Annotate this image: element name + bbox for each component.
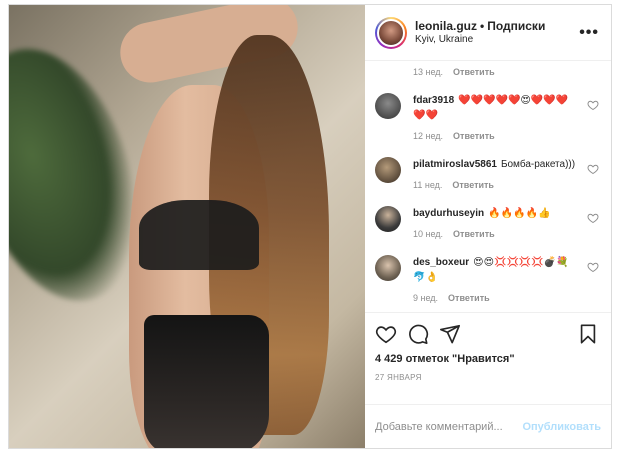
action-icons [375, 321, 599, 347]
separator-dot: • [480, 18, 485, 33]
post-sidebar: leonila.guz • Подписки Kyiv, Ukraine ••• 1… [365, 5, 611, 448]
author-avatar-ring[interactable] [375, 16, 407, 49]
comment-time: 10 нед. [413, 229, 444, 239]
commenter-username[interactable]: fdar3918 [413, 95, 454, 106]
comment-time: 13 нед. [413, 67, 444, 77]
heart-icon[interactable] [375, 323, 397, 345]
comment-text: baydurhuseyin 🔥🔥🔥🔥👍 [413, 206, 579, 221]
publish-button[interactable]: Опубликовать [522, 421, 601, 433]
post-date: 27 ЯНВАРЯ [375, 373, 422, 382]
comment-body: baydurhuseyin 🔥🔥🔥🔥👍 10 нед. Ответить [413, 206, 599, 239]
comment-item: baydurhuseyin 🔥🔥🔥🔥👍 10 нед. Ответить [375, 206, 599, 239]
comment-input[interactable] [375, 420, 523, 433]
author-username[interactable]: leonila.guz [415, 19, 477, 33]
commenter-username[interactable]: baydurhuseyin [413, 208, 484, 219]
share-icon[interactable] [439, 323, 461, 345]
comment-like-heart-icon[interactable] [587, 99, 599, 111]
post-location[interactable]: Kyiv, Ukraine [415, 33, 579, 47]
comment-text: pilatmiroslav5861 Бомба-ракета))) [413, 157, 579, 172]
following-button[interactable]: Подписки [487, 19, 545, 33]
commenter-avatar[interactable] [375, 206, 401, 232]
comment-meta: 9 нед. Ответить [413, 293, 579, 303]
bookmark-icon[interactable] [577, 323, 599, 345]
reply-button[interactable]: Ответить [452, 180, 494, 190]
comment-like-heart-icon[interactable] [587, 261, 599, 273]
author-avatar[interactable] [377, 18, 405, 47]
comment-content: 🔥🔥🔥🔥👍 [488, 208, 551, 219]
comment-item: pilatmiroslav5861 Бомба-ракета))) 11 нед.… [375, 157, 599, 190]
comment-like-heart-icon[interactable] [587, 212, 599, 224]
top-shape [139, 200, 259, 270]
comment-body: pilatmiroslav5861 Бомба-ракета))) 11 нед.… [413, 157, 599, 190]
more-horizontal-icon[interactable]: ••• [579, 24, 599, 42]
author-info: leonila.guz • Подписки Kyiv, Ukraine [415, 19, 579, 47]
likes-count[interactable]: 4 429 отметок "Нравится" [375, 353, 599, 365]
comment-content: Бомба-ракета))) [500, 159, 576, 170]
commenter-avatar[interactable] [375, 93, 401, 119]
reply-button[interactable]: Ответить [453, 229, 495, 239]
bottom-shape [144, 315, 269, 448]
comment-body: fdar3918 ❤️❤️❤️❤️❤️😍❤️❤️❤️❤️❤️ 12 нед. От… [413, 93, 599, 141]
reply-button[interactable]: Ответить [453, 67, 495, 77]
comment-time: 9 нед. [413, 293, 439, 303]
comment-item: fdar3918 ❤️❤️❤️❤️❤️😍❤️❤️❤️❤️❤️ 12 нед. От… [375, 93, 599, 141]
comment-icon[interactable] [407, 323, 429, 345]
comment-meta: 12 нед. Ответить [413, 131, 579, 141]
comment-text: des_boxeur 😍😍💢💢💢💢💣💐🐬👌 [413, 255, 579, 285]
commenter-username[interactable]: des_boxeur [413, 257, 469, 268]
comments-list: 13 нед. Ответить fdar3918 ❤️❤️❤️❤️❤️😍❤️❤️… [365, 61, 611, 312]
reply-button[interactable]: Ответить [453, 131, 495, 141]
comment-like-heart-icon[interactable] [587, 163, 599, 175]
post-header: leonila.guz • Подписки Kyiv, Ukraine ••• [365, 5, 611, 61]
comment-item: des_boxeur 😍😍💢💢💢💢💣💐🐬👌 9 нед. Ответить [375, 255, 599, 303]
comment-meta: 10 нед. Ответить [413, 229, 579, 239]
add-comment-bar: Опубликовать [365, 404, 611, 448]
comment-time: 12 нед. [413, 131, 444, 141]
comment-meta: 11 нед. Ответить [413, 180, 579, 190]
comment-time: 11 нед. [413, 180, 443, 190]
comment-meta: 13 нед. Ответить [375, 67, 599, 77]
reply-button[interactable]: Ответить [448, 293, 490, 303]
comment-body: des_boxeur 😍😍💢💢💢💢💣💐🐬👌 9 нед. Ответить [413, 255, 599, 303]
post-actions: 4 429 отметок "Нравится" 27 ЯНВАРЯ [365, 312, 611, 404]
commenter-username[interactable]: pilatmiroslav5861 [413, 159, 497, 170]
post-photo[interactable] [9, 5, 365, 448]
commenter-avatar[interactable] [375, 157, 401, 183]
comment-text: fdar3918 ❤️❤️❤️❤️❤️😍❤️❤️❤️❤️❤️ [413, 93, 579, 123]
author-line: leonila.guz • Подписки [415, 19, 579, 33]
instagram-post-modal: leonila.guz • Подписки Kyiv, Ukraine ••• 1… [8, 4, 612, 449]
commenter-avatar[interactable] [375, 255, 401, 281]
